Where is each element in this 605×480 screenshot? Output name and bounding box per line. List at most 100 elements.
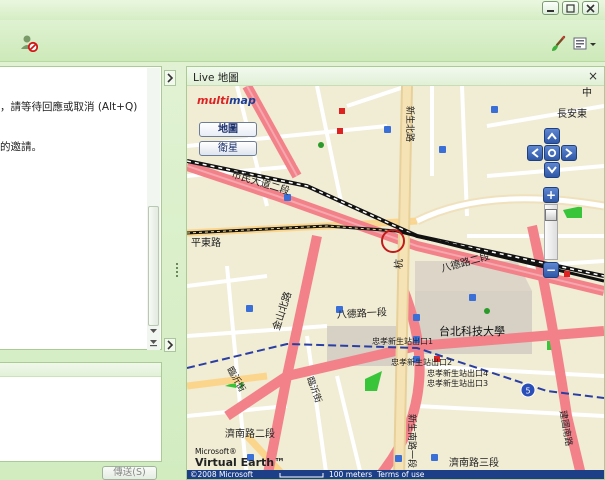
scroll-end-icon[interactable] [149,338,158,347]
menu-icon [573,37,596,50]
center-icon [547,148,557,158]
formatting-bar [0,363,161,377]
pan-down-button[interactable] [544,162,560,178]
chat-scrollbar[interactable] [147,68,160,350]
parking-icon [384,126,391,133]
collapse-map-button[interactable] [164,70,176,86]
satellite-view-button[interactable]: 衛星 [199,141,257,156]
street [335,375,364,479]
parking-icon [395,455,402,462]
multimap-logo-map: map [229,94,256,107]
zoom-in-button[interactable]: + [543,187,559,203]
route-shield-label: 5 [526,387,531,396]
map-view-button[interactable]: 地圖 [199,122,257,137]
parking-icon [431,454,438,461]
paint-brush-button[interactable] [549,35,567,53]
poi-icon [337,128,343,134]
live-map-panel: Live 地圖 × 長安東 中 市民大道二段 八德路二段 八德路一段 平東路 金… [186,66,605,480]
message-input-area[interactable] [0,362,162,462]
restore-button[interactable] [562,1,579,15]
label-top-edge: 中 [582,86,592,99]
block-contact-icon [21,35,38,52]
minimize-button[interactable] [542,1,559,15]
window-controls [542,1,599,15]
street [187,324,328,338]
copyright-text: ©2008 Microsoft [190,470,254,479]
zoom-in-icon: + [545,188,557,202]
park [563,206,582,218]
chat-history: ，請等待回應或取消 (Alt+Q) 的邀請。 [0,66,162,350]
tree-icon [318,142,324,148]
parking-icon [491,106,498,113]
map-close-button[interactable]: × [588,69,598,83]
send-button[interactable]: 傳送(S) [102,466,157,480]
chat-line-2: 的邀請。 [0,141,42,153]
map-canvas[interactable]: 長安東 中 市民大道二段 八德路二段 八德路一段 平東路 金山北路 杭 台北科技… [187,86,604,479]
label-top-right: 長安東 [557,107,587,120]
chevron-down-icon [547,166,557,174]
label-stn-exit3: 忠孝新生站出口3 [427,378,488,388]
conversation-toolbar [0,20,605,62]
label-xinsheng-road: 新生南路一段 [406,414,418,468]
label-xinsheng-north: 新生北路 [404,106,416,142]
parking-icon [469,294,476,301]
street [416,404,604,418]
map-panel-header: Live 地圖 × [187,67,604,86]
scale-text: 100 meters [329,470,373,479]
title-bar [0,0,605,20]
label-jinshan-north: 金山北路 [269,290,294,332]
minimize-icon [547,9,554,12]
parking-icon [413,314,420,321]
street [305,335,329,479]
chat-line-1: ，請等待回應或取消 (Alt+Q) [0,101,138,113]
map-panel-title: Live 地圖 [193,72,239,84]
close-button[interactable] [582,1,599,15]
expand-panel-button[interactable] [164,338,176,352]
virtual-earth-brand: Virtual Earth™ [195,456,285,469]
poi-icon [339,108,345,114]
label-hangzhou: 杭 [392,259,405,269]
close-icon [586,3,595,13]
chevron-up-icon [547,132,557,140]
multimap-logo: multimap [197,94,256,107]
chevron-right-icon [565,148,573,158]
park [365,371,382,391]
scroll-thumb[interactable] [148,206,159,326]
pan-up-button[interactable] [544,128,560,144]
zoom-out-icon: − [545,263,557,277]
zoom-out-button[interactable]: − [543,262,559,278]
parking-icon [439,146,446,153]
app-window: ，請等待回應或取消 (Alt+Q) 的邀請。 傳送(S) Live 地圖 × 長… [0,0,605,480]
paint-brush-icon [552,35,566,51]
block-contact-button[interactable] [20,34,38,52]
pan-center-button[interactable] [544,145,560,161]
street [460,86,469,217]
label-linyi: 臨沂街 [304,375,325,404]
chevron-right-icon [167,73,174,83]
label-stn-exit4: 忠孝新生站出口4 [427,368,488,378]
virtual-earth-small: Microsoft® [195,447,237,456]
menu-button[interactable] [573,35,599,53]
pan-right-button[interactable] [561,145,577,161]
label-jinan-2: 濟南路二段 [225,427,275,440]
label-stn-exit2: 忠孝新生站出口2 [391,357,452,367]
scroll-down-icon[interactable] [149,326,158,335]
chevron-right-icon [167,340,174,350]
terms-link[interactable]: Terms of use [377,470,424,479]
restore-icon [566,3,575,13]
parking-icon [246,305,253,312]
label-stn-exit1: 忠孝新生站出口1 [372,336,433,346]
tree-icon [484,308,490,314]
street [346,86,408,108]
label-university: 台北科技大學 [439,324,505,338]
pan-left-button[interactable] [527,145,543,161]
scale-bar [279,473,324,478]
chevron-left-icon [531,148,539,158]
splitter-grip[interactable] [176,262,179,278]
poi-icon [564,271,570,277]
label-bade-rd-1: 八德路一段 [336,305,387,321]
secondary-road [187,372,268,390]
label-jinan-3: 濟南路三段 [449,456,499,469]
map-footer: ©2008 Microsoft 100 meters Terms of use [187,470,604,479]
zoom-slider-thumb[interactable] [545,209,557,221]
